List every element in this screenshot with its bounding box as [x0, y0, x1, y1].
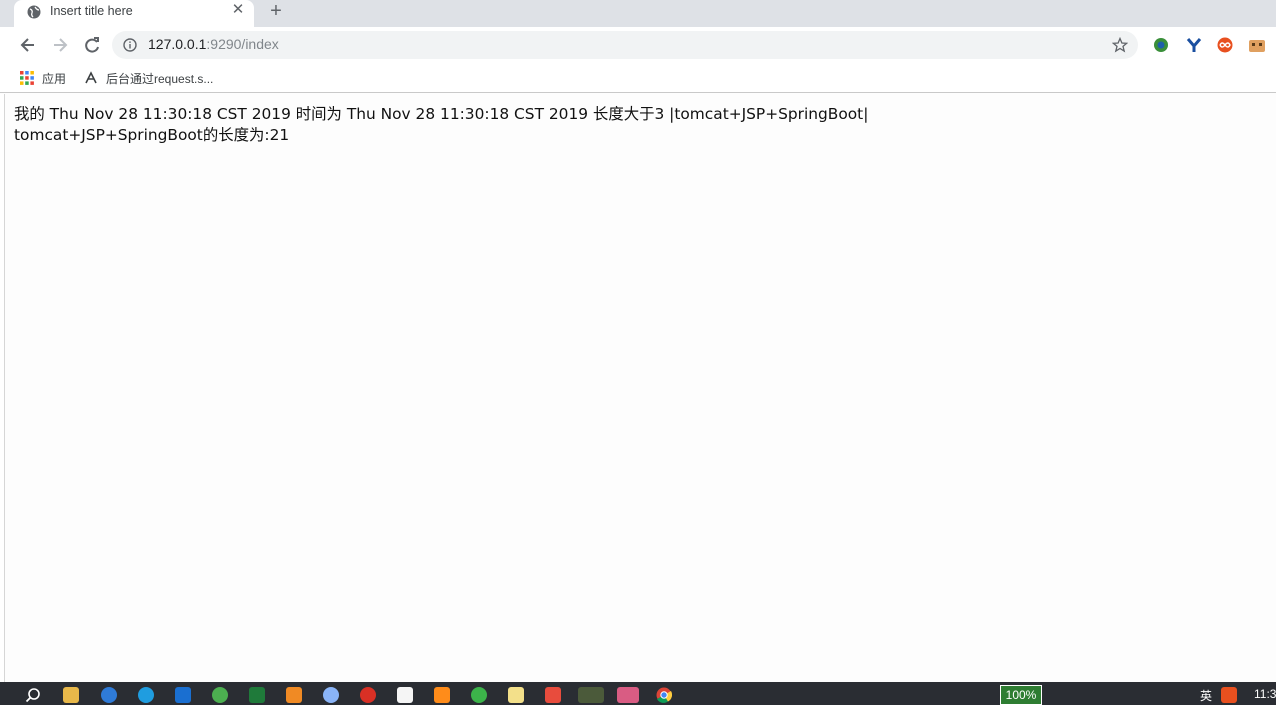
- app-pink-icon[interactable]: [617, 687, 639, 703]
- arrow-left-icon[interactable]: [18, 35, 38, 55]
- extension-y-icon[interactable]: [1185, 37, 1203, 53]
- bookmark-apps[interactable]: 应用: [20, 69, 66, 87]
- extension-infinity-icon[interactable]: [1216, 37, 1234, 53]
- arrow-right-icon[interactable]: [50, 35, 70, 55]
- battery-indicator[interactable]: 100%: [1000, 685, 1042, 705]
- ime-indicator[interactable]: 英: [1200, 687, 1212, 704]
- leaf-icon[interactable]: [471, 687, 487, 703]
- bookmark-label: 应用: [42, 71, 67, 86]
- excel-icon[interactable]: [249, 687, 265, 703]
- page-body-text: 我的 Thu Nov 28 11:30:18 CST 2019 时间为 Thu …: [14, 104, 868, 146]
- bookmark-label: 后台通过request.s...: [106, 71, 214, 86]
- sogou-icon[interactable]: [101, 687, 117, 703]
- sublime-icon[interactable]: [286, 687, 302, 703]
- page-content: 我的 Thu Nov 28 11:30:18 CST 2019 时间为 Thu …: [0, 94, 1276, 682]
- clover-icon[interactable]: [212, 687, 228, 703]
- tab-title: Insert title here: [50, 4, 133, 18]
- clock[interactable]: 11:3: [1254, 687, 1276, 701]
- star-icon[interactable]: [1112, 37, 1128, 53]
- chrome-icon[interactable]: [656, 687, 672, 703]
- extension-folder-icon[interactable]: [1248, 37, 1266, 53]
- tab-active[interactable]: Insert title here ✕: [14, 0, 254, 27]
- apps-grid-icon: [20, 71, 34, 85]
- info-icon[interactable]: [123, 38, 137, 52]
- bookmark-page-icon: [85, 71, 97, 84]
- maps-icon[interactable]: [175, 687, 191, 703]
- app-red-icon[interactable]: [360, 687, 376, 703]
- edge-icon[interactable]: [138, 687, 154, 703]
- url-host: 127.0.0.1: [148, 36, 207, 52]
- output-line-1: 我的 Thu Nov 28 11:30:18 CST 2019 时间为 Thu …: [14, 105, 869, 123]
- taskbar: 英 11:3: [0, 682, 1276, 705]
- file-explorer-icon[interactable]: [63, 687, 79, 703]
- output-line-2: tomcat+JSP+SpringBoot的长度为:21: [14, 126, 290, 144]
- globe-icon: [27, 5, 41, 19]
- magnifier-icon[interactable]: [323, 687, 339, 703]
- bookmark-request[interactable]: 后台通过request.s...: [84, 69, 213, 87]
- url-text: 127.0.0.1:9290/index: [148, 36, 279, 52]
- tab-strip: Insert title here ✕ +: [0, 0, 1276, 27]
- url-path: :9290/index: [206, 36, 279, 52]
- tab-close-icon[interactable]: ✕: [230, 2, 246, 18]
- bookmarks-bar: 应用 后台通过request.s...: [0, 63, 1276, 93]
- new-tab-icon[interactable]: +: [266, 1, 286, 21]
- window-left-edge: [0, 94, 5, 682]
- wechat-icon[interactable]: [578, 687, 604, 703]
- search-icon[interactable]: [25, 687, 41, 703]
- battery-level: 100%: [1005, 688, 1037, 702]
- typora-icon[interactable]: [397, 687, 413, 703]
- app-colorful-icon[interactable]: [545, 687, 561, 703]
- extension-globe-icon[interactable]: [1152, 37, 1170, 53]
- reload-icon[interactable]: [82, 35, 102, 55]
- notes-icon[interactable]: [508, 687, 524, 703]
- sogou-ime-icon[interactable]: [1221, 687, 1237, 703]
- address-bar[interactable]: 127.0.0.1:9290/index: [112, 31, 1138, 59]
- intellij-icon[interactable]: [434, 687, 450, 703]
